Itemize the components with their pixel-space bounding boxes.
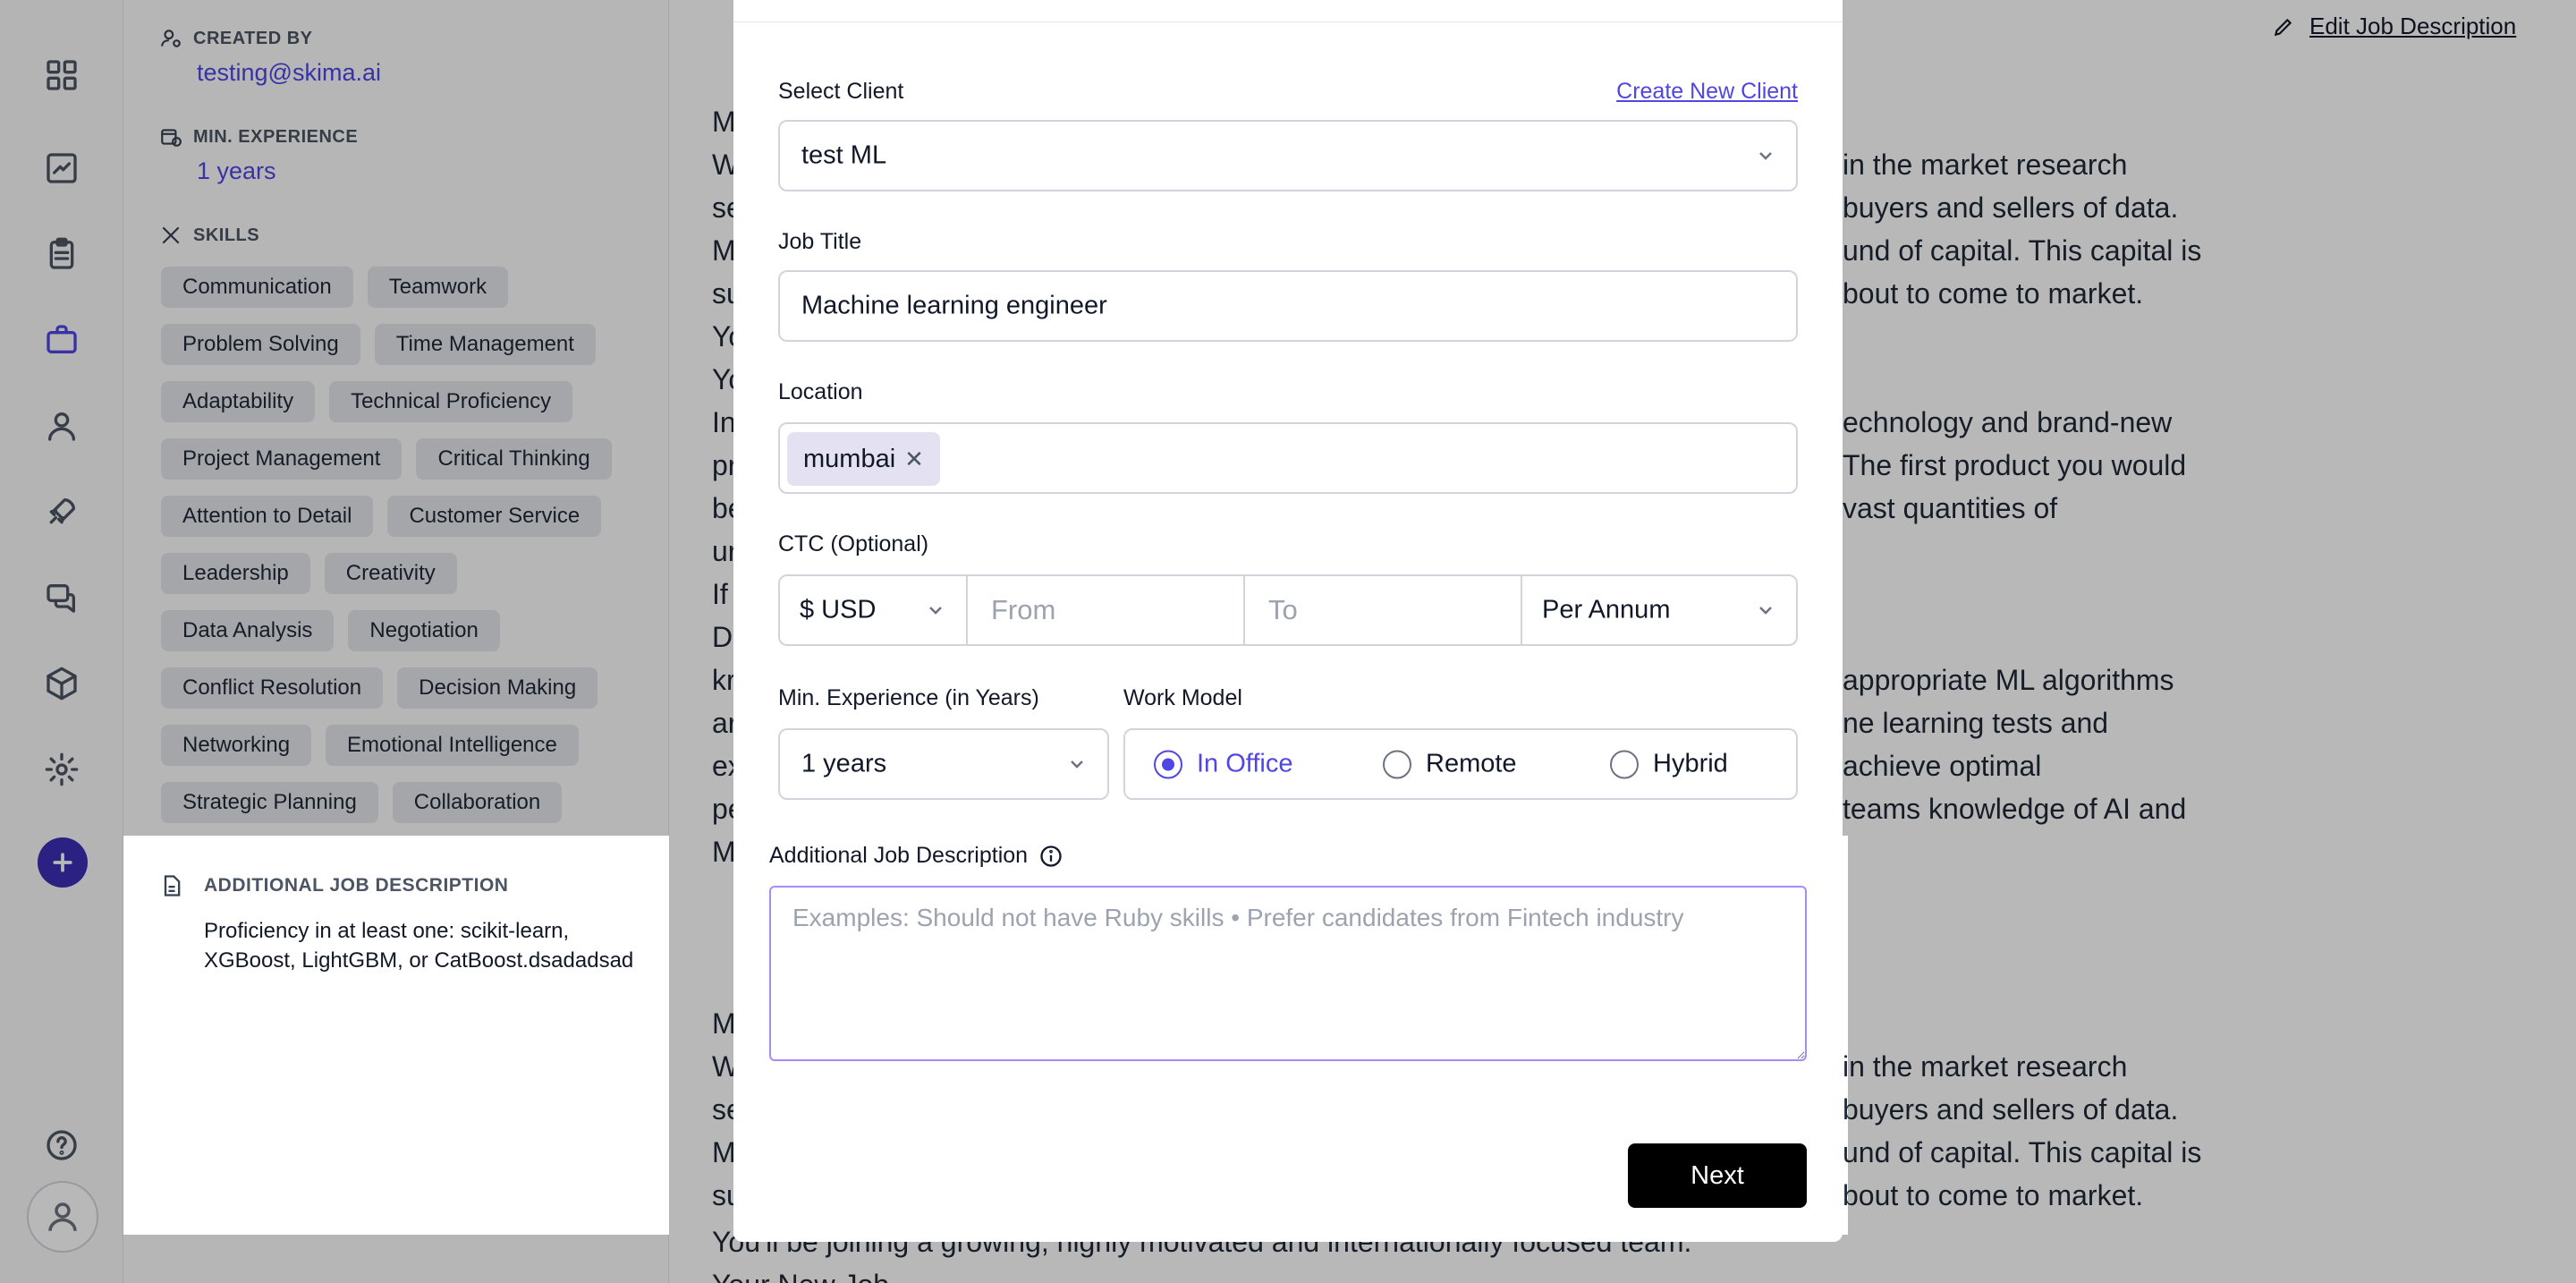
work-model-label: Work Model xyxy=(1123,685,1242,710)
radio-hybrid[interactable]: Hybrid xyxy=(1610,750,1728,779)
job-title-input[interactable]: Machine learning engineer xyxy=(778,270,1798,342)
select-client-label: Select Client xyxy=(778,79,904,104)
next-button[interactable]: Next xyxy=(1628,1143,1807,1208)
radio-label: Hybrid xyxy=(1653,749,1728,778)
period-select[interactable]: Per Annum xyxy=(1522,576,1796,644)
job-title-label: Job Title xyxy=(778,229,862,254)
radio-label: In Office xyxy=(1197,749,1293,778)
radio-selected-icon xyxy=(1154,750,1182,778)
additional-job-description-label: Additional Job Description xyxy=(769,843,1063,869)
location-tag: mumbai ✕ xyxy=(787,432,940,486)
ctc-label: CTC (Optional) xyxy=(778,531,929,557)
radio-empty-icon xyxy=(1383,750,1411,778)
ctc-to xyxy=(1245,576,1522,644)
additional-job-description-textarea[interactable] xyxy=(769,886,1807,1061)
location-input[interactable]: mumbai ✕ xyxy=(778,422,1798,494)
min-experience-value: 1 years xyxy=(801,749,887,778)
location-tag-label: mumbai xyxy=(803,444,896,473)
additional-job-description-panel: ADDITIONAL JOB DESCRIPTION Proficiency i… xyxy=(123,836,669,1235)
radio-label: Remote xyxy=(1426,749,1517,778)
chevron-down-icon xyxy=(1066,753,1088,775)
info-icon[interactable] xyxy=(1038,844,1063,869)
close-icon[interactable]: ✕ xyxy=(904,446,924,473)
chevron-down-icon xyxy=(925,599,946,621)
radio-empty-icon xyxy=(1610,750,1639,778)
create-new-client-link[interactable]: Create New Client xyxy=(1616,79,1798,105)
period-value: Per Annum xyxy=(1542,595,1671,625)
document-icon xyxy=(164,875,181,896)
additional-label: ADDITIONAL JOB DESCRIPTION xyxy=(204,875,509,896)
currency-value: $ USD xyxy=(800,595,877,625)
ctc-group: $ USD Per Annum xyxy=(778,574,1798,646)
client-select-value: test ML xyxy=(801,140,887,170)
additional-text: Proficiency in at least one: scikit-lear… xyxy=(204,919,634,973)
overlay xyxy=(1848,836,2576,1235)
job-title-value: Machine learning engineer xyxy=(801,291,1107,320)
radio-in-office[interactable]: In Office xyxy=(1154,750,1292,779)
min-experience-label: Min. Experience (in Years) xyxy=(778,685,1039,710)
currency-select[interactable]: $ USD xyxy=(780,576,968,644)
chevron-down-icon xyxy=(1755,599,1776,621)
overlay xyxy=(123,1235,2576,1283)
overlay xyxy=(669,836,733,1235)
radio-remote[interactable]: Remote xyxy=(1383,750,1517,779)
work-model-group: In Office Remote Hybrid xyxy=(1123,728,1798,800)
job-form-modal: Select Client Create New Client test ML … xyxy=(733,0,1843,1242)
min-experience-select[interactable]: 1 years xyxy=(778,728,1109,800)
ctc-from-input[interactable] xyxy=(968,576,1243,644)
chevron-down-icon xyxy=(1755,145,1776,166)
overlay xyxy=(0,836,123,1283)
location-label: Location xyxy=(778,379,863,404)
ctc-from xyxy=(968,576,1245,644)
ctc-to-input[interactable] xyxy=(1245,576,1521,644)
client-select[interactable]: test ML xyxy=(778,120,1798,191)
